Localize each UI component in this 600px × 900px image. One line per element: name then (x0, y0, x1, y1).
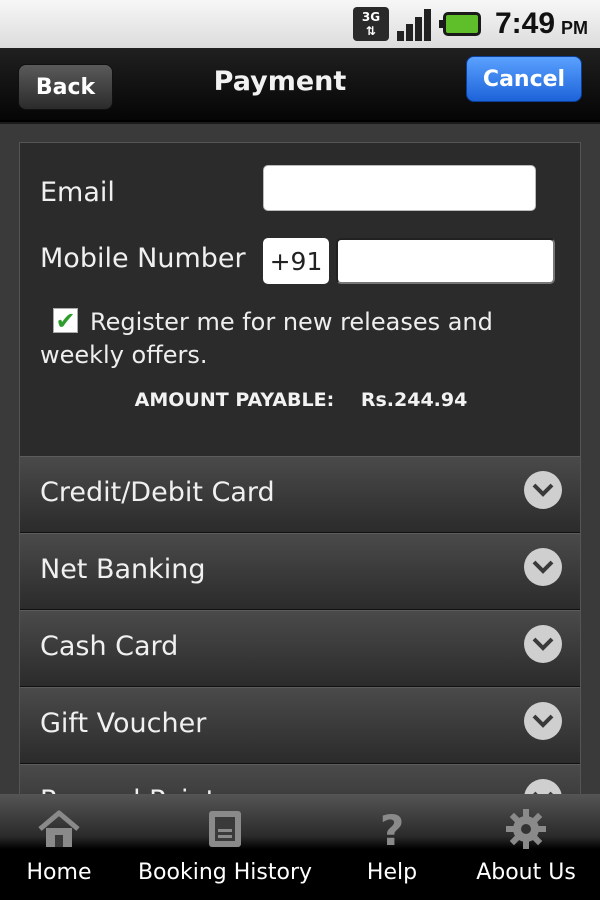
signal-strength-icon (396, 7, 433, 41)
page-title: Payment (213, 66, 347, 97)
email-label: Email (40, 177, 115, 208)
nav-booking-history[interactable]: Booking History (118, 794, 332, 900)
nav-label: Booking History (137, 860, 313, 885)
nav-about-us[interactable]: About Us (452, 794, 600, 900)
title-bar: Back Payment Cancel (0, 48, 600, 122)
chevron-down-icon (524, 471, 562, 509)
home-icon (35, 808, 83, 850)
country-code-field[interactable]: +91 (263, 238, 329, 284)
amount-payable: AMOUNT PAYABLE: Rs.244.94 (20, 389, 580, 411)
payment-option-net-banking[interactable]: Net Banking (20, 533, 580, 610)
payment-panel: Email Mobile Number +91 ✔ Register me fo… (19, 142, 581, 802)
payment-option-gift-voucher[interactable]: Gift Voucher (20, 687, 580, 764)
nav-label: Home (26, 860, 92, 885)
mobile-number-label: Mobile Number (40, 243, 246, 274)
bottom-nav: Home Booking History ? Help About Us (0, 794, 600, 900)
nav-help[interactable]: ? Help (332, 794, 452, 900)
payment-option-label: Net Banking (40, 554, 206, 585)
amount-label: AMOUNT PAYABLE: (134, 389, 335, 411)
chevron-down-icon (524, 625, 562, 663)
payment-option-label: Credit/Debit Card (40, 477, 275, 508)
svg-text:?: ? (380, 807, 404, 851)
back-button[interactable]: Back (18, 64, 113, 110)
mobile-number-input[interactable] (336, 238, 555, 284)
gear-icon (502, 808, 550, 850)
cancel-button[interactable]: Cancel (466, 56, 582, 102)
status-time: 7:49 (494, 7, 555, 40)
battery-icon (438, 12, 481, 36)
payment-option-label: Gift Voucher (40, 708, 207, 739)
amount-value: Rs.244.94 (360, 389, 468, 411)
booking-history-icon (201, 808, 249, 850)
payment-option-credit-debit-card[interactable]: Credit/Debit Card (20, 456, 580, 533)
chevron-down-icon (524, 702, 562, 740)
content-area: Email Mobile Number +91 ✔ Register me fo… (0, 124, 600, 802)
network-label: 3G (361, 10, 381, 24)
contact-form: Email Mobile Number +91 ✔ Register me fo… (20, 143, 580, 456)
register-text: Register me for new releases and weekly … (40, 308, 493, 369)
nav-home[interactable]: Home (0, 794, 118, 900)
nav-label: Help (366, 860, 418, 885)
payment-option-label: Cash Card (40, 631, 179, 662)
status-ampm: PM (561, 17, 588, 38)
email-input[interactable] (263, 165, 536, 211)
payment-option-cash-card[interactable]: Cash Card (20, 610, 580, 687)
chevron-down-icon (524, 548, 562, 586)
status-bar: 3G ⇅ 7:49 PM (0, 0, 600, 48)
nav-label: About Us (476, 860, 576, 885)
help-icon: ? (368, 807, 416, 851)
network-3g-icon: 3G ⇅ (352, 7, 389, 41)
